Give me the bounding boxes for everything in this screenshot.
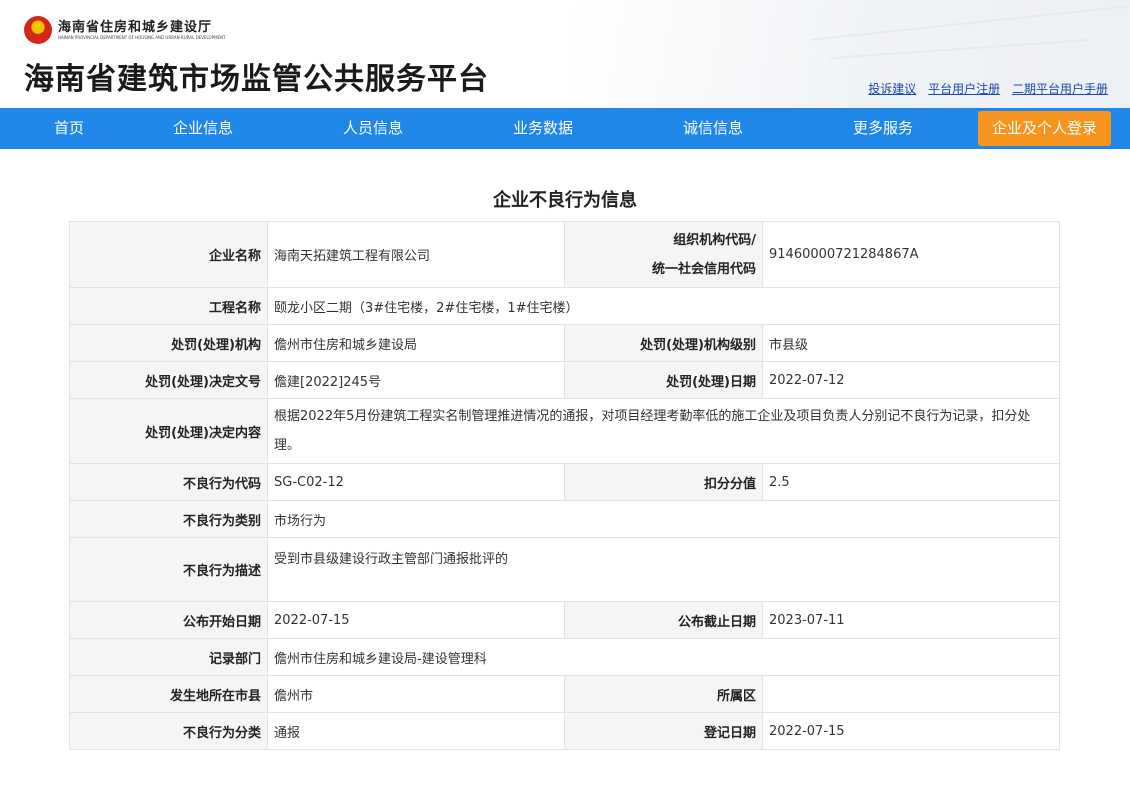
table-row: 不良行为描述 受到市县级建设行政主管部门通报批评的: [69, 537, 1060, 602]
deduct-value: 2.5: [762, 463, 1060, 501]
company-name-label: 企业名称: [69, 221, 268, 288]
table-row: 不良行为代码 SG-C02-12 扣分分值 2.5: [69, 463, 1060, 501]
description-value: 受到市县级建设行政主管部门通报批评的: [267, 537, 1060, 602]
page-title: 企业不良行为信息: [493, 190, 637, 211]
category-label: 不良行为类别: [69, 500, 268, 538]
table-row: 工程名称 颐龙小区二期（3#住宅楼，2#住宅楼，1#住宅楼）: [69, 287, 1060, 325]
national-emblem-icon: [24, 16, 52, 44]
authority-level-label: 处罚(处理)机构级别: [564, 324, 763, 362]
decision-no-label: 处罚(处理)决定文号: [69, 361, 268, 399]
publish-end-value: 2023-07-11: [762, 601, 1060, 639]
category-value: 市场行为: [267, 500, 1060, 538]
nav-home[interactable]: 首页: [34, 108, 104, 149]
dept-name-en: HAINAN PROVINCIAL DEPARTMENT OF HOUSING …: [58, 34, 226, 40]
description-label: 不良行为描述: [69, 537, 268, 602]
authority-label: 处罚(处理)机构: [69, 324, 268, 362]
table-row: 处罚(处理)机构 儋州市住房和城乡建设局 处罚(处理)机构级别 市县级: [69, 324, 1060, 362]
authority-value: 儋州市住房和城乡建设局: [267, 324, 565, 362]
register-link[interactable]: 平台用户注册: [928, 82, 1000, 96]
org-code-label-line2: 统一社会信用代码: [651, 261, 756, 277]
nav-company-info[interactable]: 企业信息: [158, 108, 248, 149]
publish-end-label: 公布截止日期: [564, 601, 763, 639]
org-code-value: 91460000721284867A: [762, 221, 1060, 288]
classification-value: 通报: [267, 712, 565, 750]
login-button[interactable]: 企业及个人登录: [978, 111, 1111, 146]
publish-start-label: 公布开始日期: [69, 601, 268, 639]
project-value: 颐龙小区二期（3#住宅楼，2#住宅楼，1#住宅楼）: [267, 287, 1060, 325]
manual-link[interactable]: 二期平台用户手册: [1012, 82, 1108, 96]
table-row: 发生地所在市县 儋州市 所属区: [69, 675, 1060, 713]
district-label: 所属区: [564, 675, 763, 713]
nav-credit-info[interactable]: 诚信信息: [668, 108, 758, 149]
table-row: 公布开始日期 2022-07-15 公布截止日期 2023-07-11: [69, 601, 1060, 639]
table-row: 不良行为分类 通报 登记日期 2022-07-15: [69, 712, 1060, 750]
nav-personnel-info[interactable]: 人员信息: [328, 108, 418, 149]
record-dept-label: 记录部门: [69, 638, 268, 676]
city-label: 发生地所在市县: [69, 675, 268, 713]
city-value: 儋州市: [267, 675, 565, 713]
company-name-value: 海南天拓建筑工程有限公司: [267, 221, 565, 288]
decision-date-label: 处罚(处理)日期: [564, 361, 763, 399]
behavior-code-label: 不良行为代码: [69, 463, 268, 501]
table-row: 记录部门 儋州市住房和城乡建设局-建设管理科: [69, 638, 1060, 676]
decision-no-value: 儋建[2022]245号: [267, 361, 565, 399]
table-row: 处罚(处理)决定文号 儋建[2022]245号 处罚(处理)日期 2022-07…: [69, 361, 1060, 399]
behavior-code-value: SG-C02-12: [267, 463, 565, 501]
register-date-value: 2022-07-15: [762, 712, 1060, 750]
org-code-label-line1: 组织机构代码/: [673, 232, 756, 248]
dept-logo[interactable]: 海南省住房和城乡建设厅 HAINAN PROVINCIAL DEPARTMENT…: [24, 16, 226, 44]
table-row: 不良行为类别 市场行为: [69, 500, 1060, 538]
authority-level-value: 市县级: [762, 324, 1060, 362]
header: 海南省住房和城乡建设厅 HAINAN PROVINCIAL DEPARTMENT…: [0, 0, 1130, 108]
org-code-label: 组织机构代码/ 统一社会信用代码: [564, 221, 763, 288]
classification-label: 不良行为分类: [69, 712, 268, 750]
table-row: 企业名称 海南天拓建筑工程有限公司 组织机构代码/ 统一社会信用代码 91460…: [69, 221, 1060, 288]
decision-content-label: 处罚(处理)决定内容: [69, 398, 268, 464]
site-title: 海南省建筑市场监管公共服务平台: [24, 62, 489, 97]
project-label: 工程名称: [69, 287, 268, 325]
record-table: 企业名称 海南天拓建筑工程有限公司 组织机构代码/ 统一社会信用代码 91460…: [69, 221, 1060, 750]
deduct-label: 扣分分值: [564, 463, 763, 501]
decision-content-value: 根据2022年5月份建筑工程实名制管理推进情况的通报，对项目经理考勤率低的施工企…: [267, 398, 1060, 464]
register-date-label: 登记日期: [564, 712, 763, 750]
nav-business-data[interactable]: 业务数据: [498, 108, 588, 149]
top-links: 投诉建议 平台用户注册 二期平台用户手册: [860, 80, 1108, 97]
complaint-link[interactable]: 投诉建议: [868, 82, 916, 96]
decision-date-value: 2022-07-12: [762, 361, 1060, 399]
main-nav: 首页 企业信息 人员信息 业务数据 诚信信息 更多服务 企业及个人登录: [0, 108, 1130, 149]
table-row: 处罚(处理)决定内容 根据2022年5月份建筑工程实名制管理推进情况的通报，对项…: [69, 398, 1060, 464]
record-dept-value: 儋州市住房和城乡建设局-建设管理科: [267, 638, 1060, 676]
dept-name: 海南省住房和城乡建设厅: [58, 19, 213, 35]
district-value: [762, 675, 1060, 713]
publish-start-value: 2022-07-15: [267, 601, 565, 639]
nav-more-services[interactable]: 更多服务: [838, 108, 928, 149]
